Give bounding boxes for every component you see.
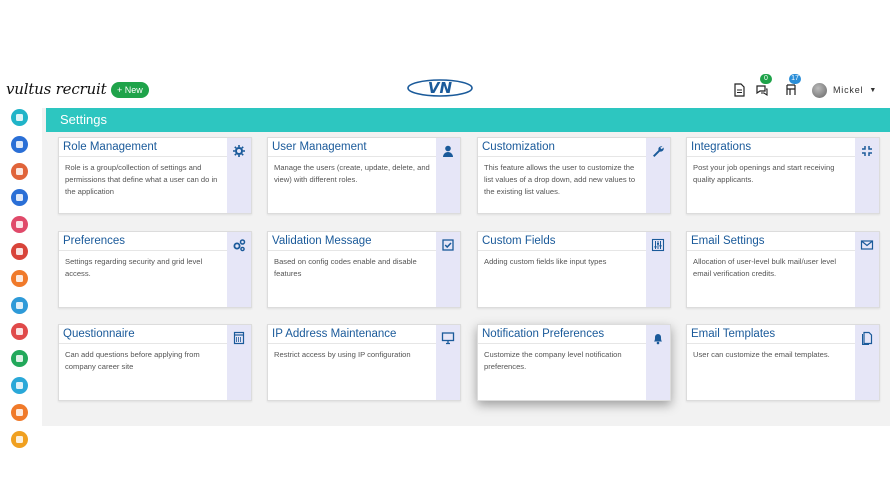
monitor-icon[interactable] xyxy=(441,331,455,345)
page-title: Settings xyxy=(46,108,890,132)
card-title[interactable]: Role Management xyxy=(63,141,157,153)
chevron-down-icon: ▼ xyxy=(869,86,878,94)
card-user-management[interactable]: User Management Manage the users (create,… xyxy=(267,137,461,214)
card-description: Manage the users (create, update, delete… xyxy=(274,163,430,184)
reports-icon[interactable] xyxy=(11,430,28,448)
card-description: Customize the company level notification… xyxy=(484,350,622,371)
compress-icon[interactable] xyxy=(860,144,874,158)
mail-icon[interactable] xyxy=(11,350,28,368)
wrench-icon[interactable] xyxy=(651,144,665,158)
card-title[interactable]: User Management xyxy=(272,141,367,153)
card-questionnaire[interactable]: Questionnaire Can add questions before ap… xyxy=(58,324,252,401)
briefcase-icon[interactable] xyxy=(11,162,28,180)
user-icon[interactable] xyxy=(441,144,455,158)
card-customization[interactable]: Customization This feature allows the use… xyxy=(477,137,671,214)
new-button-label: New xyxy=(124,85,143,95)
document-icon[interactable] xyxy=(11,296,28,314)
company-logo-text: VN xyxy=(428,79,453,97)
inbox-icon[interactable]: 17 xyxy=(784,74,801,97)
card-title[interactable]: Notification Preferences xyxy=(482,328,604,340)
card-notification-preferences[interactable]: Notification Preferences Customize the co… xyxy=(477,324,671,401)
card-title[interactable]: Integrations xyxy=(691,141,751,153)
divider xyxy=(59,250,227,251)
envelope-icon[interactable] xyxy=(860,238,874,252)
card-description: Allocation of user-level bulk mail/user … xyxy=(693,257,837,278)
divider xyxy=(268,250,436,251)
card-description: Based on config codes enable and disable… xyxy=(274,257,417,278)
user-name: Mickel xyxy=(833,85,864,95)
card-title[interactable]: Email Settings xyxy=(691,235,765,247)
bell-icon[interactable] xyxy=(651,331,665,345)
divider xyxy=(268,156,436,157)
sidebar xyxy=(0,104,40,448)
card-title[interactable]: Customization xyxy=(482,141,555,153)
gear-icon[interactable] xyxy=(232,144,246,158)
card-custom-fields[interactable]: Custom Fields Adding custom fields like i… xyxy=(477,231,671,308)
card-title[interactable]: Validation Message xyxy=(272,235,372,247)
form-icon[interactable] xyxy=(232,331,246,345)
card-description: Can add questions before applying from c… xyxy=(65,350,200,371)
divider xyxy=(59,156,227,157)
card-integrations[interactable]: Integrations Post your job openings and s… xyxy=(686,137,880,214)
funnel-icon[interactable] xyxy=(11,216,28,234)
divider xyxy=(687,343,855,344)
chat-icon[interactable]: 0 xyxy=(755,74,772,97)
profile-card-icon[interactable] xyxy=(11,189,28,207)
card-title[interactable]: IP Address Maintenance xyxy=(272,328,396,340)
card-role-management[interactable]: Role Management Role is a group/collectio… xyxy=(58,137,252,214)
notes-icon[interactable] xyxy=(732,83,746,97)
divider xyxy=(268,343,436,344)
gears-icon[interactable] xyxy=(232,238,246,252)
card-description: User can customize the email templates. xyxy=(693,350,830,359)
card-title[interactable]: Questionnaire xyxy=(63,328,135,340)
divider xyxy=(59,343,227,344)
card-description: Settings regarding security and grid lev… xyxy=(65,257,203,278)
pie-chart-icon[interactable] xyxy=(11,243,28,260)
divider xyxy=(687,250,855,251)
id-card-icon[interactable] xyxy=(11,323,28,341)
mail-open-icon[interactable] xyxy=(11,377,28,394)
divider xyxy=(478,156,646,157)
card-validation-message[interactable]: Validation Message Based on config codes … xyxy=(267,231,461,308)
card-description: Restrict access by using IP configuratio… xyxy=(274,350,411,359)
card-description: Post your job openings and start receivi… xyxy=(693,163,835,184)
avatar xyxy=(812,82,827,98)
card-title[interactable]: Preferences xyxy=(63,235,125,247)
new-button[interactable]: + New xyxy=(111,82,149,98)
people-icon[interactable] xyxy=(11,135,28,153)
chat-badge: 0 xyxy=(760,74,772,84)
dashboard-icon[interactable] xyxy=(11,109,28,126)
divider xyxy=(478,343,646,344)
user-menu[interactable]: Mickel ▼ xyxy=(812,82,877,98)
fire-icon[interactable] xyxy=(11,269,28,287)
divider xyxy=(687,156,855,157)
main-content: Settings Role Management Role is a group/… xyxy=(42,108,890,426)
company-logo: VN xyxy=(407,79,473,97)
card-email-templates[interactable]: Email Templates User can customize the em… xyxy=(686,324,880,401)
card-description: Adding custom fields like input types xyxy=(484,257,607,266)
top-bar: vultus recruit + New VN 0 17 Mickel ▼ xyxy=(0,74,890,106)
checkbox-icon[interactable] xyxy=(441,238,455,252)
card-email-settings[interactable]: Email Settings Allocation of user-level b… xyxy=(686,231,880,308)
card-preferences[interactable]: Preferences Settings regarding security a… xyxy=(58,231,252,308)
card-description: This feature allows the user to customiz… xyxy=(484,163,636,196)
app-logo[interactable]: vultus recruit xyxy=(6,80,107,98)
template-icon[interactable] xyxy=(860,331,874,345)
inbox-badge: 17 xyxy=(789,74,801,84)
card-title[interactable]: Custom Fields xyxy=(482,235,556,247)
sliders-icon[interactable] xyxy=(651,238,665,252)
card-description: Role is a group/collection of settings a… xyxy=(65,163,218,196)
divider xyxy=(478,250,646,251)
card-title[interactable]: Email Templates xyxy=(691,328,775,340)
chat-icon[interactable] xyxy=(11,403,28,421)
card-ip-address-maintenance[interactable]: IP Address Maintenance Restrict access by… xyxy=(267,324,461,401)
